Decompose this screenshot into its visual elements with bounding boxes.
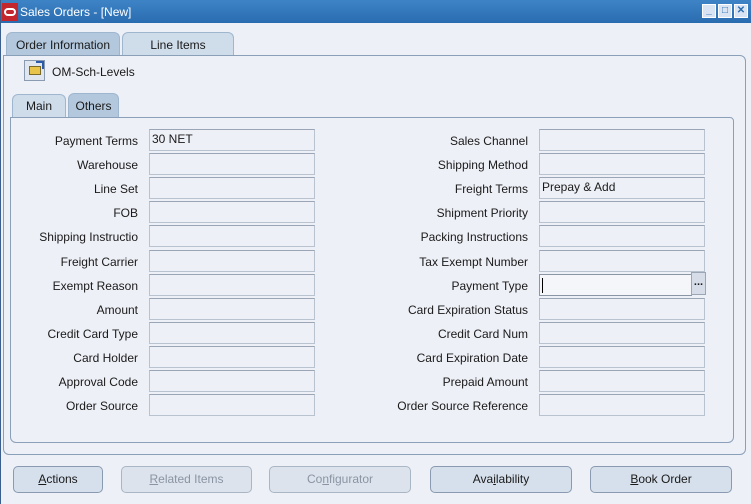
sales-channel-field[interactable] (539, 129, 705, 151)
freight-carrier-label: Freight Carrier (60, 255, 138, 269)
packing-instructions-label: Packing Instructions (420, 230, 528, 244)
freight-terms-field[interactable]: Prepay & Add (539, 177, 705, 199)
exempt-reason-field[interactable] (149, 274, 315, 296)
availability-button[interactable]: Availability (430, 466, 572, 493)
card-expiration-date-field[interactable] (539, 346, 705, 368)
prepaid-amount-field[interactable] (539, 370, 705, 392)
configurator-button[interactable]: Configurator (269, 466, 411, 493)
shipment-priority-field[interactable] (539, 201, 705, 223)
tab-others[interactable]: Others (68, 93, 119, 117)
amount-label: Amount (96, 303, 138, 317)
close-button[interactable]: ✕ (734, 4, 748, 18)
configurator-mnemonic: n (322, 472, 329, 486)
exempt-reason-label: Exempt Reason (52, 279, 138, 293)
maximize-button[interactable]: □ (718, 4, 732, 18)
availability-label-b: lability (495, 472, 530, 486)
tax-exempt-number-field[interactable] (539, 250, 705, 272)
tab-order-information[interactable]: Order Information (6, 32, 120, 56)
approval-code-label: Approval Code (58, 375, 138, 389)
card-holder-field[interactable] (149, 346, 315, 368)
related-items-label: elated Items (158, 472, 224, 486)
shipping-instructio-label: Shipping Instructio (39, 230, 138, 244)
card-expiration-status-label: Card Expiration Status (407, 303, 528, 317)
card-expiration-date-label: Card Expiration Date (416, 351, 528, 365)
credit-card-type-field[interactable] (149, 322, 315, 344)
shipping-method-label: Shipping Method (437, 158, 528, 172)
payment-terms-field[interactable]: 30 NET (149, 129, 315, 151)
related-items-mnemonic: R (149, 472, 159, 486)
credit-card-type-label: Credit Card Type (47, 327, 139, 341)
approval-code-field[interactable] (149, 370, 315, 392)
payment-type-label: Payment Type (451, 279, 529, 293)
line-set-field[interactable] (149, 177, 315, 199)
om-sch-levels-button[interactable] (24, 60, 45, 81)
warehouse-label: Warehouse (77, 158, 138, 172)
related-items-button[interactable]: Related Items (121, 466, 252, 493)
title-bar[interactable]: Sales Orders - [New] _ □ ✕ (1, 0, 751, 23)
amount-field[interactable] (149, 298, 315, 320)
payment-type-field[interactable] (539, 274, 692, 296)
availability-label-a: Ava (472, 472, 494, 486)
tab-line-items[interactable]: Line Items (122, 32, 234, 55)
sales-orders-window: Sales Orders - [New] _ □ ✕ Order Informa… (0, 0, 751, 504)
card-holder-label: Card Holder (73, 351, 138, 365)
sales-channel-label: Sales Channel (449, 134, 528, 148)
order-source-label: Order Source (65, 399, 138, 413)
configurator-label-a: Co (306, 472, 323, 486)
window-title: Sales Orders - [New] (20, 4, 132, 19)
prepaid-amount-label: Prepaid Amount (442, 375, 528, 389)
shipment-priority-label: Shipment Priority (436, 206, 528, 220)
tab-main[interactable]: Main (12, 94, 66, 117)
shipping-instructio-field[interactable] (149, 225, 315, 247)
line-set-label: Line Set (93, 182, 138, 196)
payment-terms-label: Payment Terms (54, 134, 138, 148)
freight-carrier-field[interactable] (149, 250, 315, 272)
oracle-logo-icon (2, 2, 18, 21)
actions-label: ctions (46, 472, 78, 486)
order-source-reference-field[interactable] (539, 394, 705, 416)
card-expiration-status-field[interactable] (539, 298, 705, 320)
credit-card-num-label: Credit Card Num (437, 327, 528, 341)
book-order-label: ook Order (638, 472, 692, 486)
packing-instructions-field[interactable] (539, 225, 705, 247)
om-sch-levels-label: OM-Sch-Levels (52, 65, 135, 79)
warehouse-field[interactable] (149, 153, 315, 175)
fob-field[interactable] (149, 201, 315, 223)
freight-terms-label: Freight Terms (454, 182, 528, 196)
shipping-method-field[interactable] (539, 153, 705, 175)
order-source-field[interactable] (149, 394, 315, 416)
tax-exempt-number-label: Tax Exempt Number (419, 255, 528, 269)
credit-card-num-field[interactable] (539, 322, 705, 344)
configurator-label-b: figurator (329, 472, 374, 486)
order-source-reference-label: Order Source Reference (397, 399, 528, 413)
book-order-button[interactable]: Book Order (590, 466, 732, 493)
open-folder-icon (28, 61, 44, 75)
minimize-button[interactable]: _ (702, 4, 716, 18)
payment-type-lov-button[interactable]: ... (691, 272, 706, 295)
actions-button[interactable]: Actions (13, 466, 103, 493)
fob-label: FOB (113, 206, 138, 220)
